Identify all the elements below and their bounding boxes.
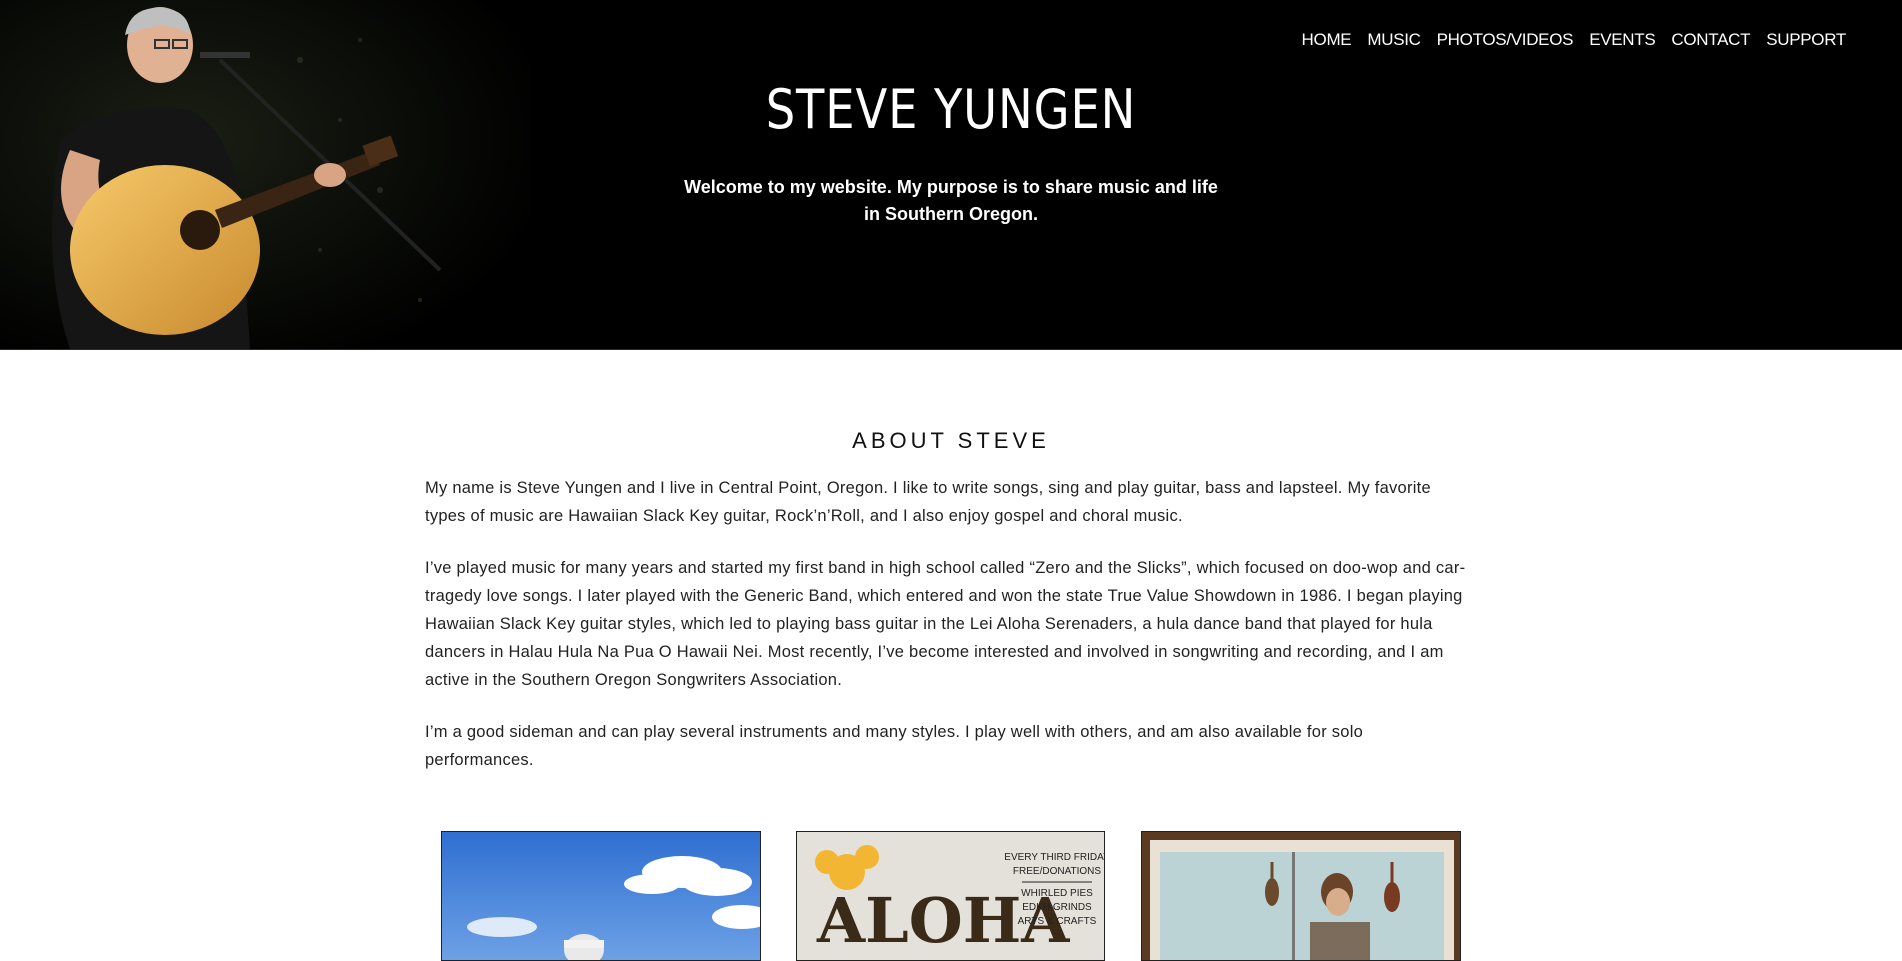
about-body: My name is Steve Yungen and I live in Ce… [425,474,1475,798]
about-heading: ABOUT STEVE [852,428,1050,453]
hero-banner: HOME MUSIC PHOTOS/VIDEOS EVENTS CONTACT … [0,0,1902,350]
about-paragraph-3: I’m a good sideman and can play several … [425,723,1364,769]
poster-line-3: WHIRLED PIES [1021,888,1093,899]
hero-tagline: Welcome to my website. My purpose is to … [0,174,1902,228]
poster-line-5: ARTS & CRAFTS [1018,916,1097,927]
about-paragraph-2: I’ve played music for many years and sta… [425,559,1466,689]
site-title: STEVE YUNGEN [765,78,1137,141]
poster-line-4: EDKH GRINDS [1022,902,1092,913]
poster-line-1: EVERY THIRD FRIDAY [1004,852,1105,863]
main-nav: HOME MUSIC PHOTOS/VIDEOS EVENTS CONTACT … [1286,30,1847,50]
nav-item-music[interactable]: MUSIC [1367,30,1421,50]
tagline-line-1: Welcome to my website. My purpose is to … [684,177,1218,197]
gallery-poster-aloha-friday[interactable]: ALOHA EVERY THIRD FRIDAY FREE/DONATIONS … [796,831,1105,961]
nav-item-home[interactable]: HOME [1302,30,1352,50]
nav-item-events[interactable]: EVENTS [1589,30,1656,50]
nav-item-contact[interactable]: CONTACT [1671,30,1750,50]
about-paragraph-1: My name is Steve Yungen and I live in Ce… [425,479,1431,525]
gallery-photo-outdoor[interactable] [441,831,761,961]
tagline-line-2: in Southern Oregon. [864,204,1038,224]
poster-line-2: FREE/DONATIONS [1013,866,1101,877]
gallery-photo-vintage[interactable] [1141,831,1461,961]
nav-item-support[interactable]: SUPPORT [1766,30,1846,50]
nav-item-photos-videos[interactable]: PHOTOS/VIDEOS [1437,30,1574,50]
